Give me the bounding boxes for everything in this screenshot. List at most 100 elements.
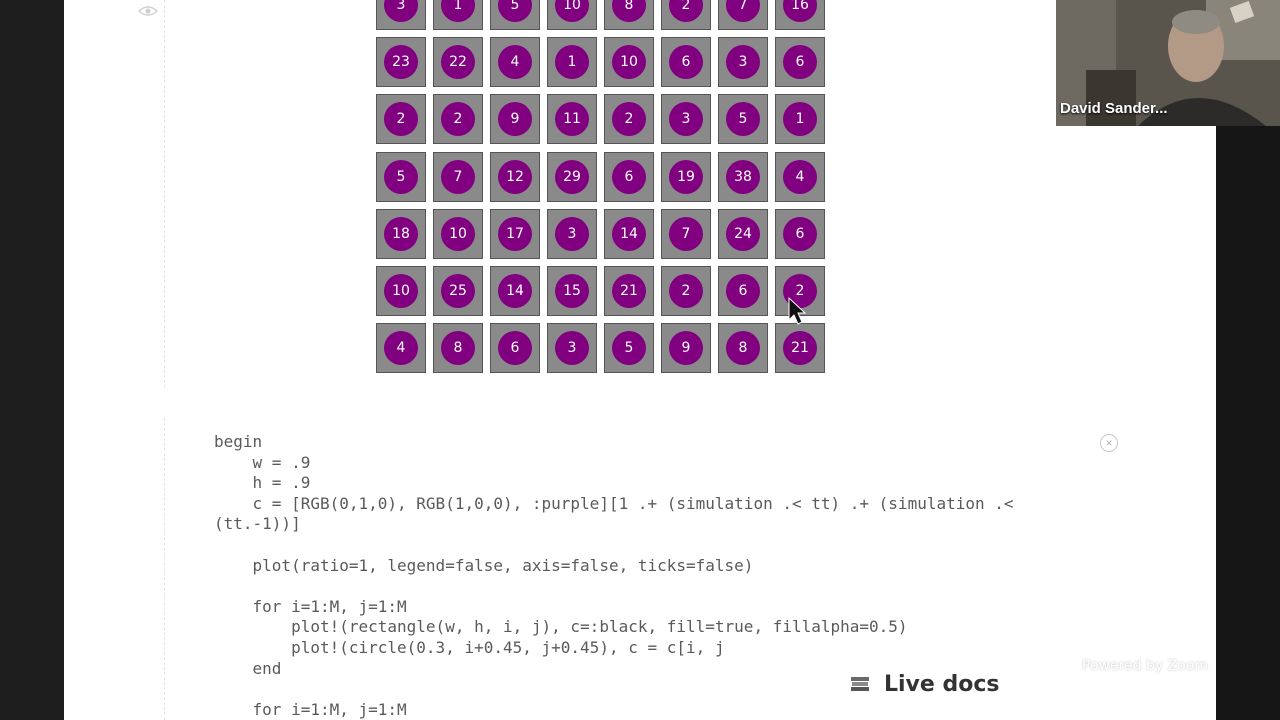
grid-value-disc: 6 xyxy=(498,331,532,366)
grid-tile: 5 xyxy=(490,0,540,30)
notebook-page: 3 1 5 10 8 2 7 16 23 22 4 1 10 6 3 6 2 2 9 11 2 3 5 1 5 7 12 29 6 19 3… xyxy=(64,0,1216,720)
grid-tile: 5 xyxy=(718,94,768,145)
grid-tile: 10 xyxy=(604,37,654,88)
grid-tile: 3 xyxy=(547,323,597,374)
grid-tile: 8 xyxy=(433,323,483,374)
participant-video-tile[interactable]: David Sander... xyxy=(1056,0,1280,126)
grid-tile: 10 xyxy=(547,0,597,30)
grid-value-disc: 22 xyxy=(441,45,475,80)
grid-tile: 24 xyxy=(718,208,768,259)
grid-value-disc: 14 xyxy=(612,216,646,251)
grid-tile: 3 xyxy=(661,94,711,145)
grid-tile: 8 xyxy=(604,0,654,30)
grid-tile: 18 xyxy=(376,208,426,259)
grid-tile: 14 xyxy=(604,208,654,259)
grid-value-disc: 1 xyxy=(783,102,817,137)
grid-tile: 6 xyxy=(718,266,768,316)
grid-value-disc: 24 xyxy=(726,216,760,251)
grid-value-disc: 18 xyxy=(384,216,418,251)
grid-value-disc: 7 xyxy=(726,0,760,22)
grid-value-disc: 5 xyxy=(612,331,646,366)
live-docs-label: Live docs xyxy=(884,671,1000,697)
grid-value-disc: 10 xyxy=(441,216,475,251)
grid-value-disc: 8 xyxy=(726,331,760,366)
grid-tile: 5 xyxy=(604,323,654,374)
grid-tile: 4 xyxy=(775,151,825,202)
grid-value-disc: 1 xyxy=(555,45,589,80)
grid-value-disc: 7 xyxy=(441,159,475,194)
grid-value-disc: 3 xyxy=(384,0,418,22)
grid-tile: 14 xyxy=(490,266,540,316)
grid-value-disc: 2 xyxy=(441,102,475,137)
cell-rail xyxy=(164,0,167,388)
grid-tile: 38 xyxy=(718,151,768,202)
grid-tile: 6 xyxy=(661,37,711,88)
code-line: plot!(rectangle(w, h, i, j), c=:black, f… xyxy=(214,617,908,637)
grid-value-disc: 2 xyxy=(384,102,418,137)
grid-tile: 6 xyxy=(604,151,654,202)
grid-value-disc: 2 xyxy=(612,102,646,137)
grid-value-disc: 9 xyxy=(498,102,532,137)
grid-tile: 6 xyxy=(490,323,540,374)
grid-value-disc: 9 xyxy=(669,331,703,366)
grid-tile: 6 xyxy=(775,37,825,88)
watermark-text: Powered by Zoom xyxy=(1082,658,1208,674)
cell-rail xyxy=(164,418,167,720)
grid-tile: 3 xyxy=(376,0,426,30)
grid-value-disc: 38 xyxy=(726,159,760,194)
grid-value-disc: 12 xyxy=(498,159,532,194)
grid-value-disc: 3 xyxy=(726,45,760,80)
grid-value-disc: 8 xyxy=(441,331,475,366)
eye-icon[interactable] xyxy=(138,4,158,18)
live-docs-button[interactable]: Live docs xyxy=(850,668,999,700)
grid-tile: 25 xyxy=(433,266,483,316)
grid-tile: 9 xyxy=(661,323,711,374)
grid-value-disc: 1 xyxy=(441,0,475,22)
code-line: plot(ratio=1, legend=false, axis=false, … xyxy=(214,555,754,575)
grid-value-disc: 15 xyxy=(555,274,589,308)
grid-value-disc: 7 xyxy=(669,216,703,251)
grid-value-disc: 29 xyxy=(555,159,589,194)
grid-value-disc: 16 xyxy=(783,0,817,22)
grid-tile: 9 xyxy=(490,94,540,145)
code-line: h = .9 xyxy=(214,473,311,493)
grid-value-disc: 11 xyxy=(555,102,589,137)
grid-value-disc: 19 xyxy=(669,159,703,194)
grid-tile: 7 xyxy=(433,151,483,202)
grid-tile: 15 xyxy=(547,266,597,316)
code-line: for i=1:M, j=1:M xyxy=(214,596,407,616)
grid-tile: 6 xyxy=(775,208,825,259)
grid-tile: 3 xyxy=(718,37,768,88)
grid-tile: 12 xyxy=(490,151,540,202)
zoom-watermark: Powered by Zoom xyxy=(1082,612,1230,682)
grid-value-disc: 6 xyxy=(669,45,703,80)
grid-tile: 16 xyxy=(775,0,825,30)
grid-tile: 2 xyxy=(604,94,654,145)
grid-tile: 1 xyxy=(775,94,825,145)
grid-value-disc: 14 xyxy=(498,274,532,308)
grid-value-disc: 23 xyxy=(384,45,418,80)
grid-value-disc: 3 xyxy=(669,102,703,137)
close-icon[interactable]: × xyxy=(1100,434,1118,452)
grid-value-disc: 6 xyxy=(726,274,760,308)
grid-value-disc: 21 xyxy=(612,274,646,308)
grid-tile: 4 xyxy=(490,37,540,88)
grid-value-disc: 17 xyxy=(498,216,532,251)
grid-value-disc: 5 xyxy=(498,0,532,22)
grid-tile: 17 xyxy=(490,208,540,259)
grid-value-disc: 25 xyxy=(441,274,475,308)
grid-value-disc: 10 xyxy=(612,45,646,80)
grid-tile: 8 xyxy=(718,323,768,374)
grid-tile: 22 xyxy=(433,37,483,88)
code-line: for i=1:M, j=1:M xyxy=(214,699,407,719)
grid-tile: 1 xyxy=(547,37,597,88)
grid-value-disc: 10 xyxy=(555,0,589,22)
grid-tile: 5 xyxy=(376,151,426,202)
grid-tile: 19 xyxy=(661,151,711,202)
grid-value-disc: 8 xyxy=(612,0,646,22)
mouse-cursor-icon xyxy=(786,296,808,326)
grid-tile: 29 xyxy=(547,151,597,202)
grid-tile: 2 xyxy=(433,94,483,145)
